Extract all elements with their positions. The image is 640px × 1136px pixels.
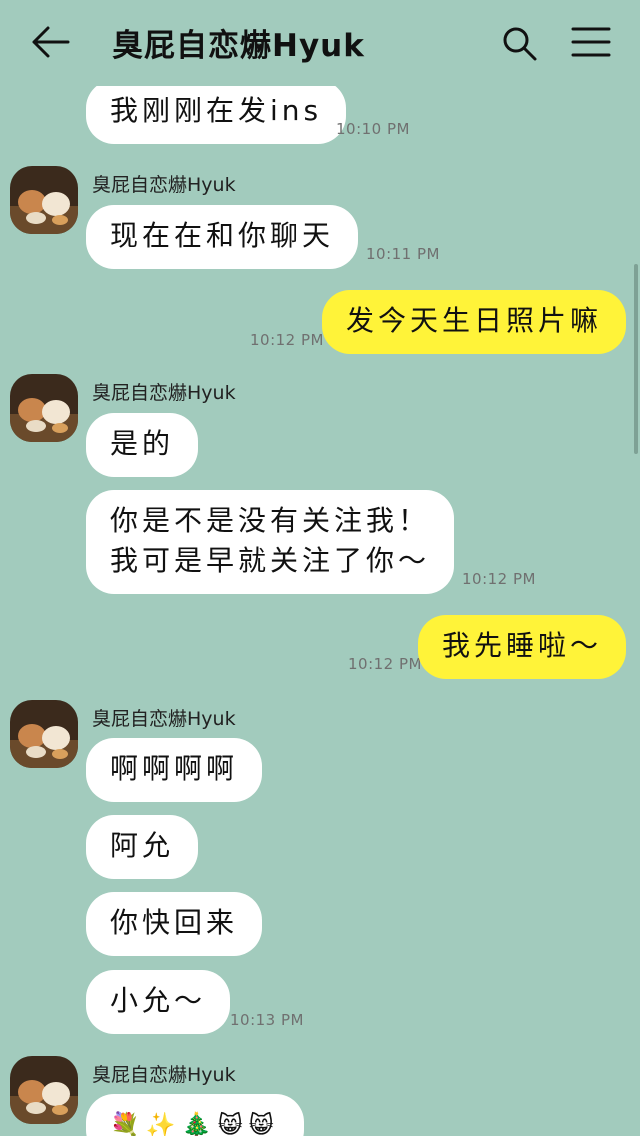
message-text: 我刚刚在发ins: [110, 94, 323, 127]
message-bubble[interactable]: 我刚刚在发ins: [86, 80, 347, 144]
sender-name: 臭屁自恋爀Hyuk: [92, 1064, 236, 1086]
message-bubble[interactable]: 阿允: [86, 815, 199, 879]
sent-message-bubble[interactable]: 我先睡啦～: [417, 615, 626, 679]
message-text: 现在在和你聊天: [110, 219, 335, 252]
message-text: 你快回来: [110, 906, 239, 939]
message-time: 10:11 PM: [366, 245, 440, 263]
chat-area[interactable]: 我刚刚在发ins 10:10 PM 臭屁自恋爀Hyuk 现在在和你聊天 10:1…: [0, 0, 640, 1136]
message-text: 小允～: [110, 984, 207, 1017]
message-bubble[interactable]: 是的: [86, 413, 199, 477]
search-icon: [503, 27, 537, 61]
message-text: 发今天生日照片嘛: [345, 304, 602, 337]
arrow-left-icon: [32, 26, 70, 58]
avatar-image: [10, 166, 78, 234]
chat-title: 臭屁自恋爀Hyuk: [112, 28, 365, 64]
sender-name: 臭屁自恋爀Hyuk: [92, 708, 236, 730]
message-text: 是的: [110, 427, 175, 460]
message-bubble[interactable]: 你是不是没有关注我！ 我可是早就关注了你～: [86, 490, 455, 594]
message-bubble[interactable]: 现在在和你聊天: [86, 205, 359, 269]
message-text: 💐✨🎄😸😸: [110, 1111, 280, 1136]
message-bubble[interactable]: 💐✨🎄😸😸: [86, 1094, 304, 1136]
message-time: 10:13 PM: [230, 1011, 304, 1029]
message-text: 啊啊啊啊: [110, 752, 239, 785]
avatar-image: [10, 1056, 78, 1124]
message-time: 10:12 PM: [462, 570, 536, 588]
message-bubble[interactable]: 啊啊啊啊: [86, 738, 263, 802]
sender-name: 臭屁自恋爀Hyuk: [92, 174, 236, 196]
message-time: 10:12 PM: [348, 655, 422, 673]
contact-avatar[interactable]: [10, 1056, 78, 1124]
message-text-line: 你是不是没有关注我！: [110, 504, 431, 537]
message-text: 我先睡啦～: [441, 629, 602, 662]
search-button[interactable]: [500, 24, 540, 64]
scrollbar[interactable]: [634, 264, 638, 454]
avatar-image: [10, 700, 78, 768]
contact-avatar[interactable]: [10, 374, 78, 442]
avatar-image: [10, 374, 78, 442]
header-bar: 臭屁自恋爀Hyuk: [0, 0, 640, 86]
contact-avatar[interactable]: [10, 166, 78, 234]
message-time: 10:10 PM: [336, 120, 410, 138]
sender-name: 臭屁自恋爀Hyuk: [92, 382, 236, 404]
menu-button[interactable]: [570, 24, 612, 60]
hamburger-menu-icon: [571, 27, 611, 57]
message-bubble[interactable]: 你快回来: [86, 892, 263, 956]
back-button[interactable]: [30, 22, 74, 62]
contact-avatar[interactable]: [10, 700, 78, 768]
message-text-line: 我可是早就关注了你～: [110, 544, 431, 577]
message-time: 10:12 PM: [250, 331, 324, 349]
message-bubble[interactable]: 小允～: [86, 970, 231, 1034]
sent-message-bubble[interactable]: 发今天生日照片嘛: [321, 290, 626, 354]
message-text: 阿允: [110, 829, 175, 862]
